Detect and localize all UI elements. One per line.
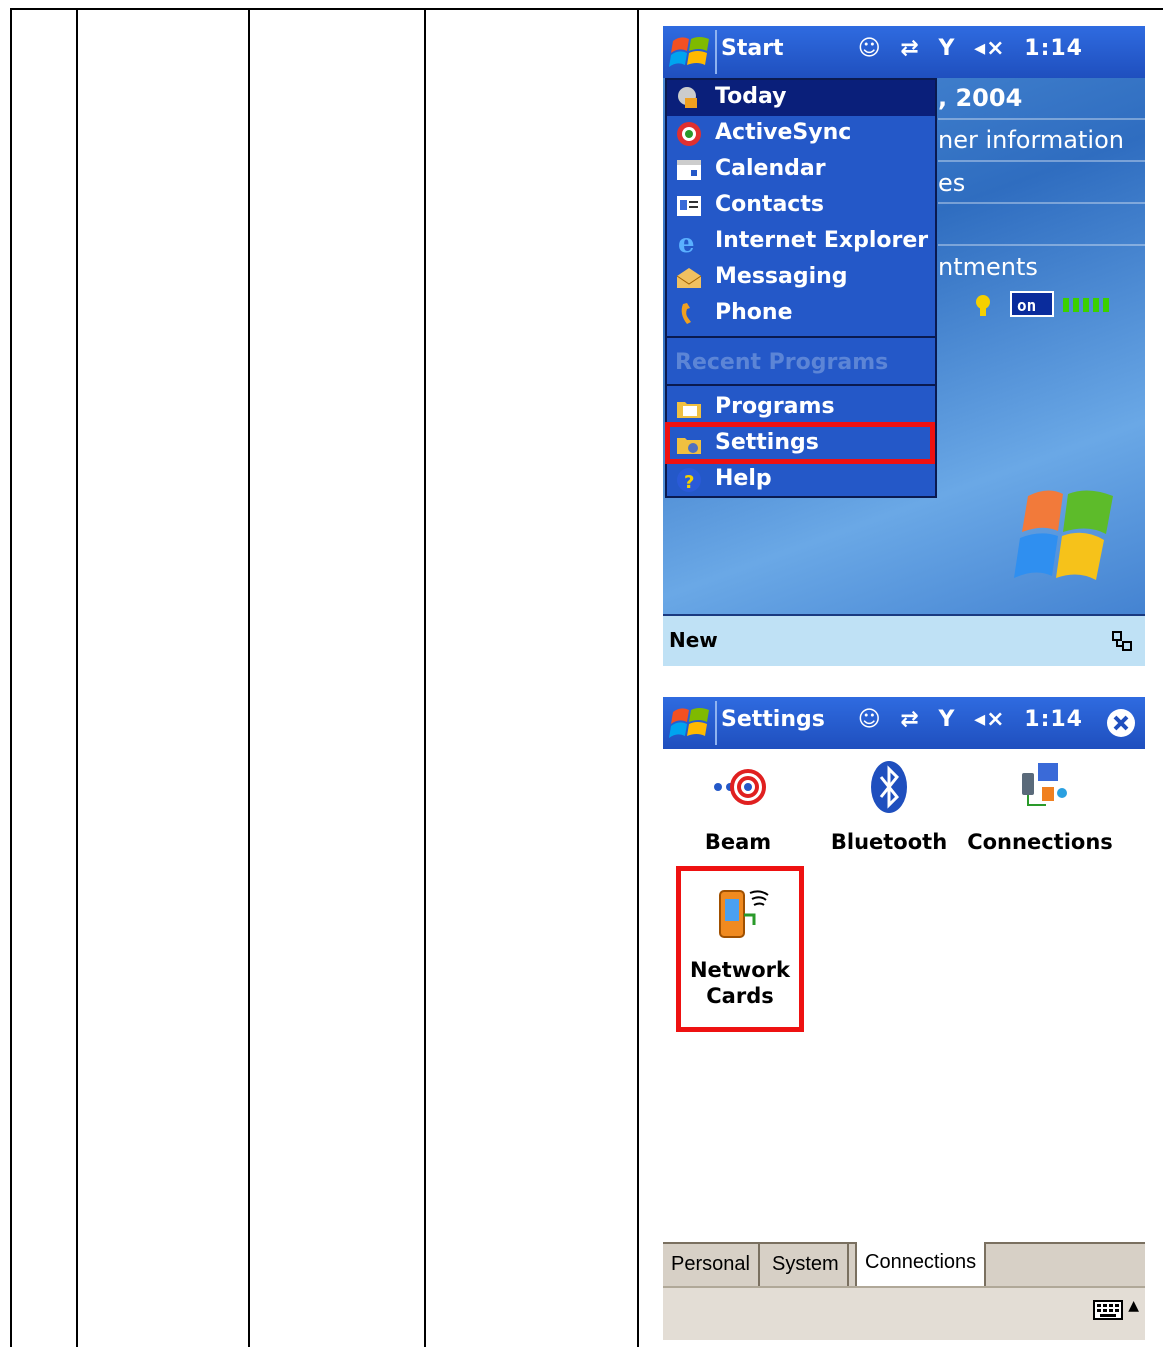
tab-connections[interactable]: Connections	[855, 1242, 987, 1288]
message-icon[interactable]: ☺	[858, 707, 882, 732]
beam-icon	[714, 769, 766, 805]
table-top-border	[10, 8, 1163, 10]
today-owner-info: ner information	[938, 126, 1124, 154]
settings-title: Settings	[721, 707, 825, 732]
beam-setting[interactable]: Beam	[663, 757, 813, 855]
command-bar: New	[663, 614, 1145, 666]
recent-programs-header: Recent Programs	[675, 350, 889, 375]
table-column-divider	[248, 8, 250, 1347]
table-column-divider	[637, 8, 639, 1347]
calendar-icon	[677, 160, 701, 180]
messaging-icon	[676, 268, 702, 288]
network-cards-highlight-box	[676, 866, 804, 1032]
status-area: ☺ ⇄ Y ◂× 1:14	[848, 707, 1083, 732]
table-column-divider	[76, 8, 78, 1347]
title-bar: Start ☺ ⇄ Y ◂× 1:14	[663, 26, 1145, 78]
signal-icon[interactable]: Y	[939, 36, 956, 61]
signal-icon[interactable]: Y	[939, 707, 956, 732]
today-row-divider	[938, 244, 1145, 246]
svg-text:?: ?	[684, 472, 694, 493]
menu-item-help[interactable]: ? Help	[667, 462, 935, 498]
tab-system[interactable]: System	[764, 1244, 849, 1288]
today-messages: es	[938, 169, 966, 197]
new-softkey[interactable]: New	[669, 628, 718, 652]
command-bar: ▲	[663, 1286, 1145, 1340]
connectivity-icon[interactable]: ⇄	[900, 707, 919, 732]
programs-folder-icon	[677, 402, 701, 418]
start-title[interactable]: Start	[721, 36, 784, 61]
menu-item-messaging[interactable]: Messaging	[667, 260, 935, 296]
menu-item-internet-explorer[interactable]: e Internet Explorer	[667, 224, 935, 260]
network-status-icon[interactable]	[1111, 630, 1133, 652]
menu-separator	[667, 384, 935, 386]
menu-item-today[interactable]: Today	[667, 80, 935, 116]
windows-logo	[1014, 490, 1113, 580]
connectivity-icon[interactable]: ⇄	[900, 36, 919, 61]
settings-screenshot: Settings ☺ ⇄ Y ◂× 1:14 Beam Bluetooth Co…	[663, 697, 1145, 1340]
title-separator	[715, 701, 717, 745]
today-date: , 2004	[938, 84, 1023, 112]
connections-setting[interactable]: Connections	[965, 757, 1115, 855]
status-area: ☺ ⇄ Y ◂× 1:14	[848, 36, 1083, 61]
volume-muted-icon[interactable]: ◂×	[974, 36, 1005, 61]
today-row-divider	[938, 160, 1145, 162]
today-icon	[678, 87, 697, 108]
table-column-divider	[10, 8, 12, 1347]
table-column-divider	[424, 8, 426, 1347]
tab-personal[interactable]: Personal	[663, 1244, 760, 1288]
svg-text:on: on	[1017, 296, 1036, 315]
clock[interactable]: 1:14	[1024, 707, 1083, 732]
menu-item-calendar[interactable]: Calendar	[667, 152, 935, 188]
phone-icon	[681, 303, 691, 324]
windows-start-icon[interactable]	[669, 33, 711, 71]
menu-item-activesync[interactable]: ActiveSync	[667, 116, 935, 152]
menu-item-phone[interactable]: Phone	[667, 296, 935, 332]
today-row-divider	[938, 118, 1145, 120]
windows-start-icon[interactable]	[669, 704, 711, 742]
today-appointments: ntments	[938, 253, 1038, 281]
today-row-divider	[938, 202, 1145, 204]
volume-muted-icon[interactable]: ◂×	[974, 707, 1005, 732]
title-separator	[715, 30, 717, 74]
settings-highlight-box	[665, 422, 935, 464]
internet-explorer-icon: e	[678, 229, 695, 256]
connections-icon	[1022, 763, 1067, 806]
keyboard-icon[interactable]	[1093, 1298, 1123, 1322]
svg-text:e: e	[678, 229, 695, 256]
help-icon: ?	[677, 468, 701, 493]
bluetooth-icon	[871, 761, 907, 813]
menu-item-contacts[interactable]: Contacts	[667, 188, 935, 224]
clock[interactable]: 1:14	[1024, 36, 1083, 61]
message-icon[interactable]: ☺	[858, 36, 882, 61]
contacts-icon	[677, 196, 701, 216]
menu-item-programs[interactable]: Programs	[667, 390, 935, 426]
start-menu-screenshot: Start ☺ ⇄ Y ◂× 1:14 , 2004 ner informati…	[663, 26, 1145, 666]
phone-status-icons: on	[976, 291, 1109, 317]
settings-tab-strip: Personal System Connections	[663, 1242, 1145, 1288]
close-icon[interactable]	[1105, 707, 1137, 739]
title-bar: Settings ☺ ⇄ Y ◂× 1:14	[663, 697, 1145, 749]
bluetooth-setting[interactable]: Bluetooth	[814, 757, 964, 855]
input-selector-arrow-icon[interactable]: ▲	[1128, 1298, 1139, 1314]
activesync-icon	[677, 122, 701, 146]
menu-separator	[667, 336, 935, 338]
